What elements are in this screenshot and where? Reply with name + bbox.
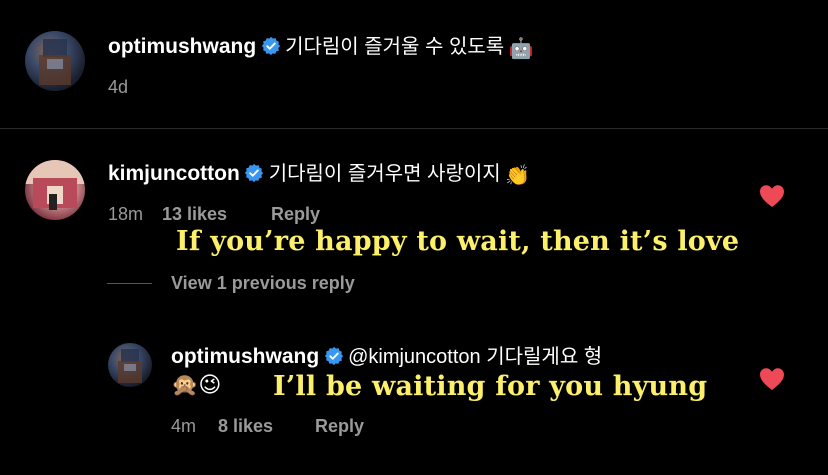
avatar[interactable] <box>108 343 152 387</box>
username[interactable]: optimushwang <box>108 35 256 58</box>
heart-icon[interactable] <box>759 184 785 208</box>
timestamp: 4m <box>171 416 197 436</box>
verified-badge-icon <box>324 346 344 366</box>
translation-caption: If you’re happy to wait, then it’s love <box>176 226 740 257</box>
username[interactable]: kimjuncotton <box>108 162 240 185</box>
clapping-emoji: 👏 <box>505 164 531 187</box>
likes-count[interactable]: 8 likes <box>218 415 273 437</box>
comment-emojis: 🙊😉 <box>171 372 221 398</box>
likes-count[interactable]: 13 likes <box>162 203 227 225</box>
replies-line <box>107 283 152 284</box>
verified-badge-icon <box>244 163 264 183</box>
timestamp: 4d <box>108 77 129 97</box>
emoji-group: 🙊😉 <box>171 372 222 397</box>
reply-button[interactable]: Reply <box>315 415 364 437</box>
reply-button[interactable]: Reply <box>271 203 320 225</box>
verified-badge-icon <box>261 36 281 56</box>
comment-row: optimushwang 기다림이 즐거울 수 있도록 🤖 <box>108 34 534 62</box>
translation-caption: I’ll be waiting for you hyung <box>273 371 708 402</box>
comment-text: 기다림이 즐거울 수 있도록 <box>285 36 505 58</box>
view-replies-button[interactable]: View 1 previous reply <box>171 272 355 294</box>
avatar[interactable] <box>25 160 85 220</box>
divider <box>0 128 828 129</box>
username[interactable]: optimushwang <box>171 345 319 368</box>
comment-row: optimushwang @kimjuncotton 기다릴게요 형 <box>171 344 602 370</box>
comment-row: kimjuncotton 기다림이 즐거우면 사랑이지 👏 <box>108 161 530 189</box>
robot-emoji: 🤖 <box>508 37 534 60</box>
avatar[interactable] <box>25 31 85 91</box>
comment-text: 기다림이 즐거우면 사랑이지 <box>268 163 501 185</box>
timestamp: 18m <box>108 204 144 224</box>
heart-icon[interactable] <box>759 367 785 391</box>
comment-text: @kimjuncotton 기다릴게요 형 <box>348 346 603 368</box>
